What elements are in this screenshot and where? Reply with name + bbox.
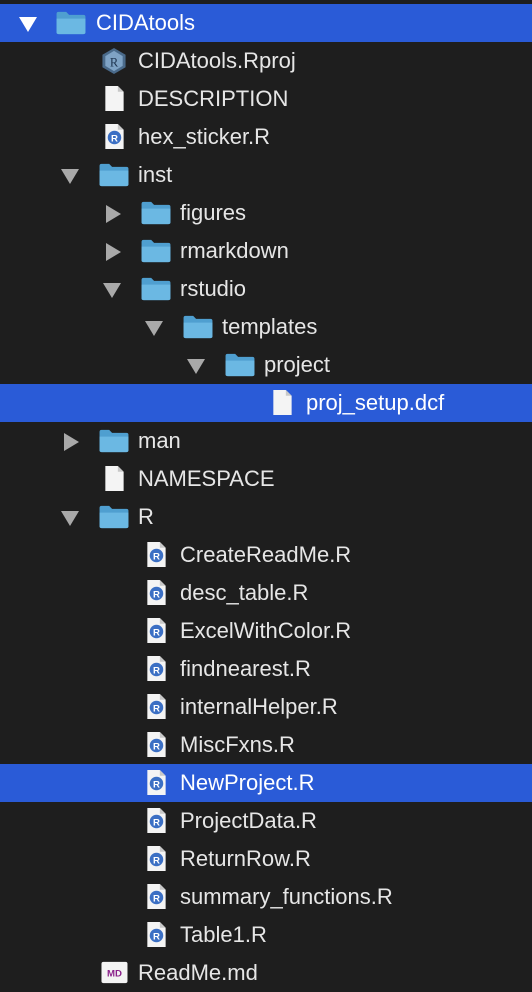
tree-item-label: man [138,428,181,453]
r-script-icon [147,732,166,758]
tree-item-label: project [264,352,331,377]
disclosure-closed-icon[interactable] [106,205,121,223]
tree-item-readme[interactable]: ReadMe.md [0,954,532,992]
tree-item-inst[interactable]: inst [0,156,532,194]
disclosure-open-icon[interactable] [61,169,79,184]
r-script-icon [147,846,166,872]
folder-icon [99,429,129,453]
document-icon [105,86,124,112]
tree-item-label: NewProject.R [180,770,315,795]
folder-icon [141,239,171,263]
r-script-icon [147,580,166,606]
tree-item-label: ProjectData.R [180,808,317,833]
tree-item-label: MiscFxns.R [180,732,295,757]
r-script-icon [147,618,166,644]
r-script-icon [147,656,166,682]
markdown-icon [101,961,128,984]
tree-item-label: rstudio [180,276,247,301]
tree-item-r-file[interactable]: desc_table.R [0,574,532,612]
tree-item-label: CIDAtools.Rproj [138,48,296,73]
tree-item-label: R [138,504,154,529]
tree-item-hex-sticker[interactable]: hex_sticker.R [0,118,532,156]
tree-item-proj-setup[interactable]: proj_setup.dcf [0,384,532,422]
r-script-icon [147,694,166,720]
document-icon [273,390,292,416]
tree-item-label: Table1.R [180,922,267,947]
tree-item-label: figures [180,200,247,225]
disclosure-closed-icon[interactable] [64,433,79,451]
r-script-icon [147,884,166,910]
tree-item-r-file[interactable]: MiscFxns.R [0,726,532,764]
tree-item-label: ExcelWithColor.R [180,618,352,643]
tree-item-r-file[interactable]: internalHelper.R [0,688,532,726]
tree-item-cidatools[interactable]: CIDAtools [0,4,532,42]
disclosure-open-icon[interactable] [187,359,205,374]
tree-item-project[interactable]: project [0,346,532,384]
r-project-icon [102,48,126,74]
folder-icon [141,277,171,301]
disclosure-open-icon[interactable] [103,283,121,298]
tree-item-label: rmarkdown [180,238,289,263]
folder-icon [99,163,129,187]
tree-item-r-file[interactable]: ReturnRow.R [0,840,532,878]
tree-item-r-file[interactable]: NewProject.R [0,764,532,802]
r-script-icon [147,922,166,948]
r-script-icon [147,808,166,834]
tree-item-man[interactable]: man [0,422,532,460]
r-script-icon [147,770,166,796]
folder-icon [183,315,213,339]
disclosure-closed-icon[interactable] [106,243,121,261]
disclosure-open-icon[interactable] [61,511,79,526]
tree-item-label: DESCRIPTION [138,86,289,111]
tree-item-r-file[interactable]: ProjectData.R [0,802,532,840]
folder-icon [225,353,255,377]
tree-item-figures[interactable]: figures [0,194,532,232]
tree-item-label: summary_functions.R [180,884,393,909]
tree-item-namespace[interactable]: NAMESPACE [0,460,532,498]
tree-item-label: ReadMe.md [138,960,258,985]
tree-item-r-file[interactable]: findnearest.R [0,650,532,688]
tree-item-label: hex_sticker.R [138,124,271,149]
tree-item-label: templates [222,314,318,339]
folder-icon [99,505,129,529]
tree-item-description[interactable]: DESCRIPTION [0,80,532,118]
tree-item-label: CreateReadMe.R [180,542,352,567]
tree-item-rstudio[interactable]: rstudio [0,270,532,308]
folder-icon [141,201,171,225]
disclosure-open-icon[interactable] [145,321,163,336]
tree-item-label: proj_setup.dcf [306,390,445,415]
tree-item-label: desc_table.R [180,580,309,605]
tree-item-label: ReturnRow.R [180,846,311,871]
tree-item-templates[interactable]: templates [0,308,532,346]
r-script-icon [105,124,124,150]
tree-item-label: internalHelper.R [180,694,338,719]
tree-item-r-file[interactable]: summary_functions.R [0,878,532,916]
tree-item-r-folder[interactable]: R [0,498,532,536]
tree-item-r-file[interactable]: CreateReadMe.R [0,536,532,574]
tree-item-label: findnearest.R [180,656,311,681]
tree-item-label: CIDAtools [96,10,196,35]
disclosure-open-icon[interactable] [19,17,37,32]
tree-item-r-file[interactable]: ExcelWithColor.R [0,612,532,650]
document-icon [105,466,124,492]
tree-item-r-file[interactable]: Table1.R [0,916,532,954]
file-tree: CIDAtools CIDAtools.Rproj DESCRIPTION he… [0,0,532,992]
tree-item-rproj[interactable]: CIDAtools.Rproj [0,42,532,80]
tree-item-label: inst [138,162,173,187]
tree-item-label: NAMESPACE [138,466,275,491]
tree-item-rmarkdown[interactable]: rmarkdown [0,232,532,270]
folder-icon [56,11,86,35]
r-script-icon [147,542,166,568]
